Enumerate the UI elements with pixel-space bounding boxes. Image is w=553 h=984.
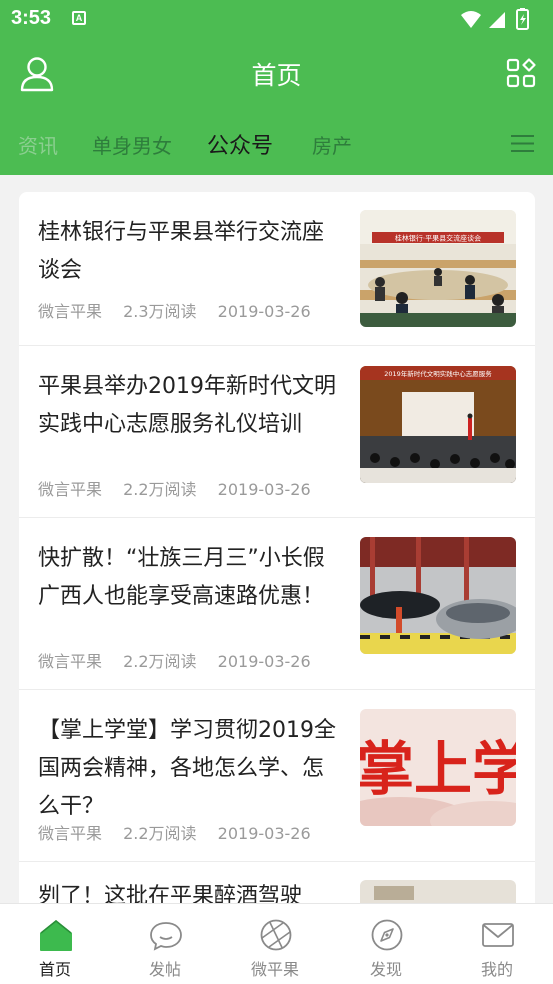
tab-wei-pingguo[interactable]: 微平果 xyxy=(220,904,330,984)
tab-news[interactable]: 资讯 xyxy=(18,130,58,159)
article-thumbnail xyxy=(360,537,516,654)
article-item[interactable]: 快扩散！“壮族三月三”小长假广西人也能享受高速路优惠！ 微言平果 2.2万阅读 … xyxy=(19,518,535,690)
menu-icon[interactable] xyxy=(511,134,534,153)
article-source: 微言平果 xyxy=(38,302,103,321)
status-bar: 3:53 A xyxy=(0,0,553,38)
aperture-icon xyxy=(259,918,293,952)
article-item[interactable]: 【掌上学堂】学习贯彻2019全国两会精神，各地怎么学、怎么干？ 微言平果 2.2… xyxy=(19,690,535,862)
article-source: 微言平果 xyxy=(38,480,103,499)
tab-home[interactable]: 首页 xyxy=(0,904,110,984)
home-icon xyxy=(39,918,73,952)
banner-text: 掌上学 xyxy=(360,735,516,803)
tab-official-accounts[interactable]: 公众号 xyxy=(207,128,273,160)
tab-mine[interactable]: 我的 xyxy=(442,904,552,984)
article-title: 桂林银行与平果县举行交流座谈会 xyxy=(38,220,325,283)
bottom-tab-bar: 首页 发帖 微平果 发现 我的 xyxy=(0,903,553,984)
article-meta: 微言平果 2.2万阅读 2019-03-26 xyxy=(38,476,327,500)
apps-grid-icon[interactable] xyxy=(506,58,536,88)
battery-icon xyxy=(516,8,529,30)
tab-label: 首页 xyxy=(38,960,71,979)
article-title: 【掌上学堂】学习贯彻2019全国两会精神，各地怎么学、怎么干？ xyxy=(38,718,336,819)
tab-singles[interactable]: 单身男女 xyxy=(92,130,172,159)
article-meta: 微言平果 2.2万阅读 2019-03-26 xyxy=(38,820,327,844)
article-item[interactable]: 桂林银行与平果县举行交流座谈会 微言平果 2.3万阅读 2019-03-26 桂… xyxy=(19,192,535,346)
article-reads: 2.2万阅读 xyxy=(123,824,197,843)
article-source: 微言平果 xyxy=(38,824,103,843)
article-date: 2019-03-26 xyxy=(217,302,311,321)
tab-label: 微平果 xyxy=(250,960,299,979)
article-reads: 2.3万阅读 xyxy=(123,302,197,321)
article-meta: 微言平果 2.3万阅读 2019-03-26 xyxy=(38,298,327,322)
article-title: 平果县举办2019年新时代文明实践中心志愿服务礼仪培训 xyxy=(38,374,336,437)
article-feed: 桂林银行与平果县举行交流座谈会 微言平果 2.3万阅读 2019-03-26 桂… xyxy=(19,192,535,912)
article-source: 微言平果 xyxy=(38,652,103,671)
banner-text: 2019年新时代文明实践中心志愿服务 xyxy=(384,369,492,378)
category-tabs: 资讯 单身男女 公众号 房产 xyxy=(0,124,553,164)
page-title: 首页 xyxy=(251,61,302,90)
article-meta: 微言平果 2.2万阅读 2019-03-26 xyxy=(38,648,327,672)
wifi-icon xyxy=(461,11,481,28)
mail-icon xyxy=(481,918,515,952)
article-reads: 2.2万阅读 xyxy=(123,652,197,671)
tab-discover[interactable]: 发现 xyxy=(331,904,441,984)
tab-real-estate[interactable]: 房产 xyxy=(312,130,352,159)
tab-label: 我的 xyxy=(480,960,513,979)
compass-icon xyxy=(370,918,404,952)
article-thumbnail: 2019年新时代文明实践中心志愿服务 xyxy=(360,366,516,483)
article-date: 2019-03-26 xyxy=(217,824,311,843)
app-header: 首页 资讯 单身男女 公众号 房产 xyxy=(0,38,553,175)
status-icons xyxy=(459,8,539,34)
status-time: 3:53 xyxy=(11,7,52,29)
article-date: 2019-03-26 xyxy=(217,480,311,499)
notification-a-icon: A xyxy=(72,11,86,25)
tab-post[interactable]: 发帖 xyxy=(110,904,220,984)
banner-text: 桂林银行·平果县交流座谈会 xyxy=(395,234,481,243)
chat-bubble-icon xyxy=(149,918,183,952)
article-reads: 2.2万阅读 xyxy=(123,480,197,499)
tab-label: 发现 xyxy=(369,960,402,979)
article-item[interactable]: 平果县举办2019年新时代文明实践中心志愿服务礼仪培训 微言平果 2.2万阅读 … xyxy=(19,346,535,518)
article-thumbnail: 掌上学 xyxy=(360,709,516,826)
article-title: 快扩散！“壮族三月三”小长假广西人也能享受高速路优惠！ xyxy=(38,546,325,609)
article-thumbnail: 桂林银行·平果县交流座谈会 xyxy=(360,210,516,327)
tab-label: 发帖 xyxy=(148,960,181,979)
signal-icon xyxy=(489,12,505,28)
article-date: 2019-03-26 xyxy=(217,652,311,671)
